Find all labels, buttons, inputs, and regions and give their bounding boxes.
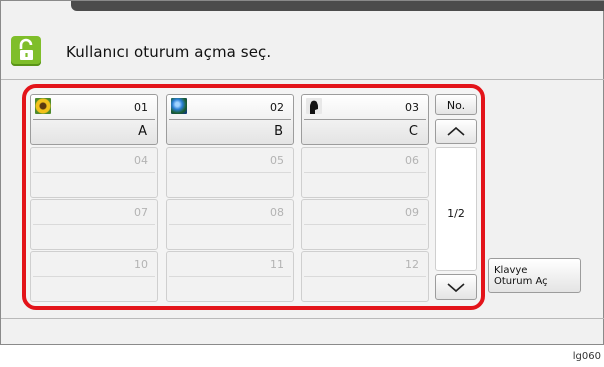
user-number: 10 — [134, 258, 148, 271]
user-button-06: 06 — [301, 147, 429, 198]
user-number: 07 — [134, 206, 148, 219]
user-button-03[interactable]: 03 C — [301, 94, 429, 145]
user-name: B — [274, 124, 283, 139]
page-title: Kullanıcı oturum açma seç. — [66, 43, 272, 61]
user-button-02[interactable]: 02 B — [166, 94, 294, 145]
user-button-05: 05 — [166, 147, 294, 198]
user-number: 11 — [270, 258, 284, 271]
user-button-09: 09 — [301, 199, 429, 250]
chevron-up-icon — [447, 126, 465, 136]
top-bar — [71, 1, 604, 11]
user-number: 01 — [134, 101, 148, 114]
user-button-07: 07 — [30, 199, 158, 250]
unlock-icon — [11, 36, 41, 66]
user-number: 09 — [405, 206, 419, 219]
page-down-button[interactable] — [435, 274, 477, 300]
page-indicator-box: 1/2 — [435, 147, 477, 271]
keyboard-login-label-2: Oturum Aç — [494, 276, 548, 287]
keyboard-login-label-1: Klavye — [494, 265, 528, 276]
user-name: A — [138, 124, 147, 139]
user-number: 06 — [405, 154, 419, 167]
footer-divider — [1, 318, 604, 319]
user-button-08: 08 — [166, 199, 294, 250]
user-name: C — [408, 124, 418, 139]
silhouette-icon — [306, 98, 322, 114]
user-button-12: 12 — [301, 251, 429, 302]
header-divider — [1, 79, 604, 80]
user-number: 03 — [405, 101, 419, 114]
page-indicator: 1/2 — [447, 207, 465, 220]
user-number: 05 — [270, 154, 284, 167]
page-up-button[interactable] — [435, 119, 477, 144]
keyboard-login-button[interactable]: Klavye Oturum Aç — [488, 258, 581, 293]
user-button-11: 11 — [166, 251, 294, 302]
user-button-10: 10 — [30, 251, 158, 302]
user-number: 04 — [134, 154, 148, 167]
number-sort-button[interactable]: No. — [435, 94, 477, 115]
sunflower-icon — [35, 98, 51, 114]
user-button-04: 04 — [30, 147, 158, 198]
chevron-down-icon — [447, 283, 465, 293]
login-panel: Kullanıcı oturum açma seç. 01 A 02 B 03 … — [0, 0, 604, 345]
user-number: 02 — [270, 101, 284, 114]
user-button-01[interactable]: 01 A — [30, 94, 158, 145]
image-code: lg060 — [572, 351, 601, 362]
user-number: 08 — [270, 206, 284, 219]
user-number: 12 — [405, 258, 419, 271]
number-sort-label: No. — [446, 99, 466, 112]
globe-icon — [171, 98, 187, 114]
